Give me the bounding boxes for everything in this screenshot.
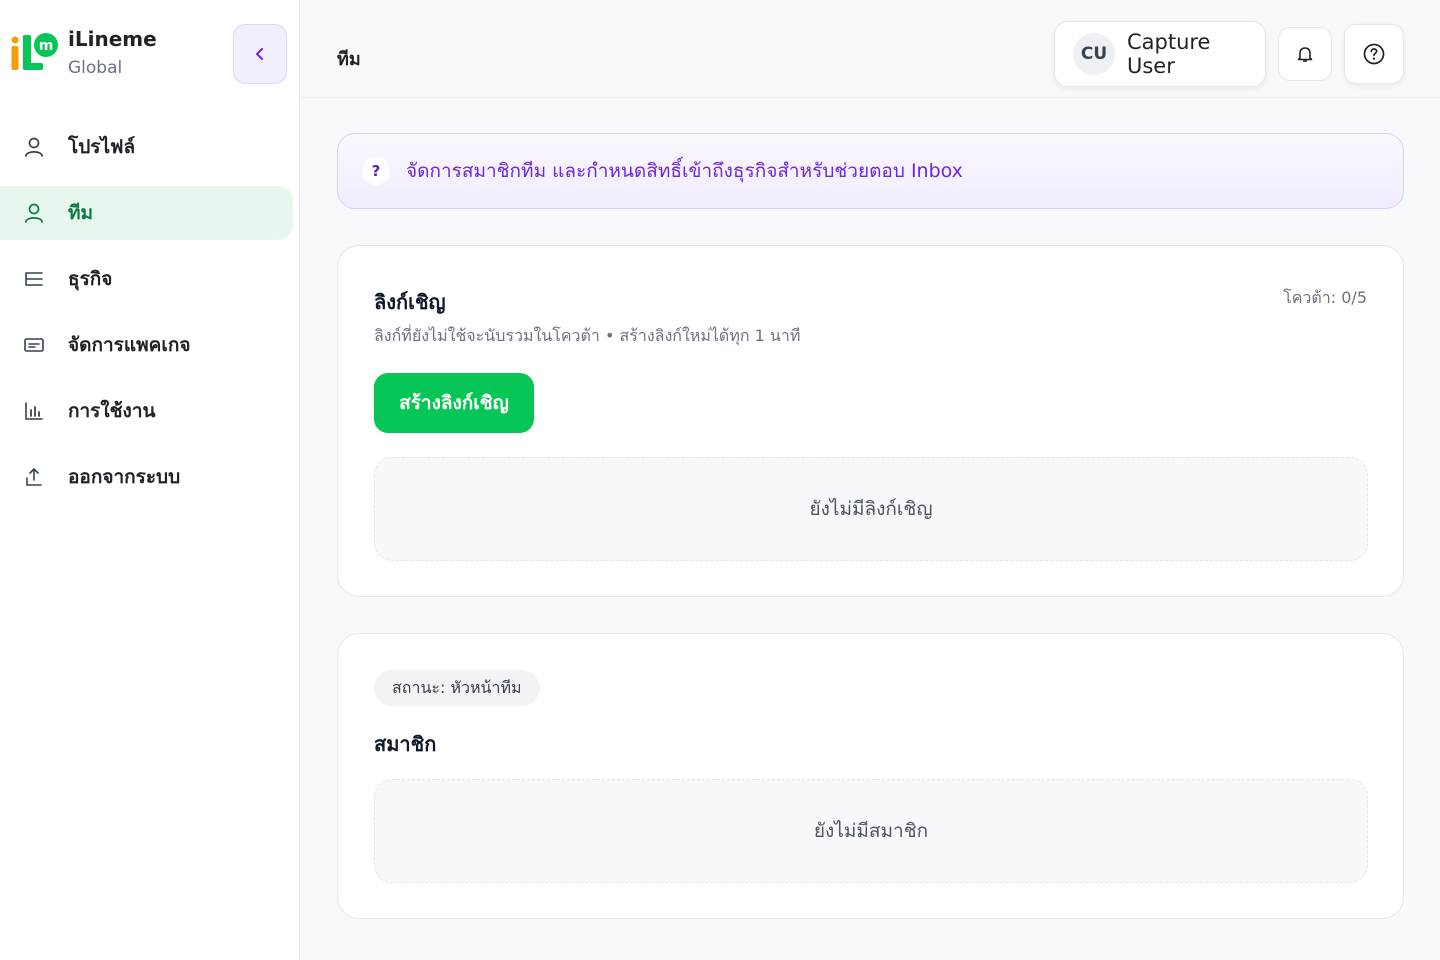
status-badge: สถานะ: หัวหน้าทีม xyxy=(374,670,540,706)
brand-subtitle: Global xyxy=(68,58,123,78)
brand[interactable]: m iLineme Global xyxy=(6,26,157,80)
members-card: สถานะ: หัวหน้าทีม สมาชิก ยังไม่มีสมาชิก xyxy=(337,633,1404,919)
sidebar-item-label: โปรไฟล์ xyxy=(68,136,136,158)
bar-chart-icon xyxy=(22,399,46,423)
members-title: สมาชิก xyxy=(374,732,437,756)
invite-links-card: ลิงก์เชิญ โควต้า: 0/5 ลิงก์ที่ยังไม่ใช้จ… xyxy=(337,245,1404,597)
bell-icon xyxy=(1297,47,1313,62)
user-name: Capture User xyxy=(1126,30,1211,78)
avatar: CU xyxy=(1073,33,1115,75)
sidebar-item-usage[interactable]: การใช้งาน xyxy=(0,384,293,438)
user-icon xyxy=(22,135,46,159)
brand-name: iLineme xyxy=(68,27,157,51)
ilineme-logo: m xyxy=(6,26,60,80)
logout-icon xyxy=(22,465,46,489)
notifications-button[interactable] xyxy=(1278,27,1332,81)
user-icon xyxy=(22,201,46,225)
help-circle-icon xyxy=(1363,43,1385,65)
invite-links-subtitle: ลิงก์ที่ยังไม่ใช้จะนับรวมในโควต้า • สร้า… xyxy=(374,326,801,345)
topbar: ทีม CU Capture User xyxy=(300,0,1440,98)
members-empty-state: ยังไม่มีสมาชิก xyxy=(374,779,1368,883)
question-mark-icon: ? xyxy=(362,157,390,185)
sidebar-item-profile[interactable]: โปรไฟล์ xyxy=(0,120,293,174)
sidebar-item-business[interactable]: ธุรกิจ xyxy=(0,252,293,306)
sidebar-item-label: ทีม xyxy=(68,202,94,224)
user-menu-button[interactable]: CU Capture User xyxy=(1054,21,1266,87)
svg-text:m: m xyxy=(39,38,54,54)
sidebar-item-logout[interactable]: ออกจากระบบ xyxy=(0,450,293,504)
invite-links-title: ลิงก์เชิญ xyxy=(374,290,446,314)
sidebar-item-label: ออกจากระบบ xyxy=(68,466,181,488)
sidebar-item-label: ธุรกิจ xyxy=(68,268,113,290)
invite-links-empty-state: ยังไม่มีลิงก์เชิญ xyxy=(374,457,1368,561)
sidebar: m iLineme Global โปรไฟล์ ทีม ธุรกิจ จัดก… xyxy=(0,0,300,960)
page-title: ทีม xyxy=(337,49,361,70)
help-button[interactable] xyxy=(1344,24,1404,84)
info-banner: ? จัดการสมาชิกทีม และกำหนดสิทธิ์เข้าถึงธ… xyxy=(337,133,1404,209)
collapse-sidebar-button[interactable] xyxy=(233,24,287,84)
banner-text: จัดการสมาชิกทีม และกำหนดสิทธิ์เข้าถึงธุร… xyxy=(406,160,963,182)
sidebar-item-team[interactable]: ทีม xyxy=(0,186,293,240)
sidebar-item-label: การใช้งาน xyxy=(68,400,156,422)
list-icon xyxy=(22,267,46,291)
sidebar-item-package[interactable]: จัดการแพคเกจ xyxy=(0,318,293,372)
sidebar-nav: โปรไฟล์ ทีม ธุรกิจ จัดการแพคเกจ การใช้งา… xyxy=(0,120,293,516)
card-icon xyxy=(22,333,46,357)
create-invite-link-button[interactable]: สร้างลิงก์เชิญ xyxy=(374,373,534,433)
quota-label: โควต้า: 0/5 xyxy=(1283,288,1367,307)
chevron-left-icon xyxy=(256,48,263,60)
sidebar-item-label: จัดการแพคเกจ xyxy=(68,334,191,356)
